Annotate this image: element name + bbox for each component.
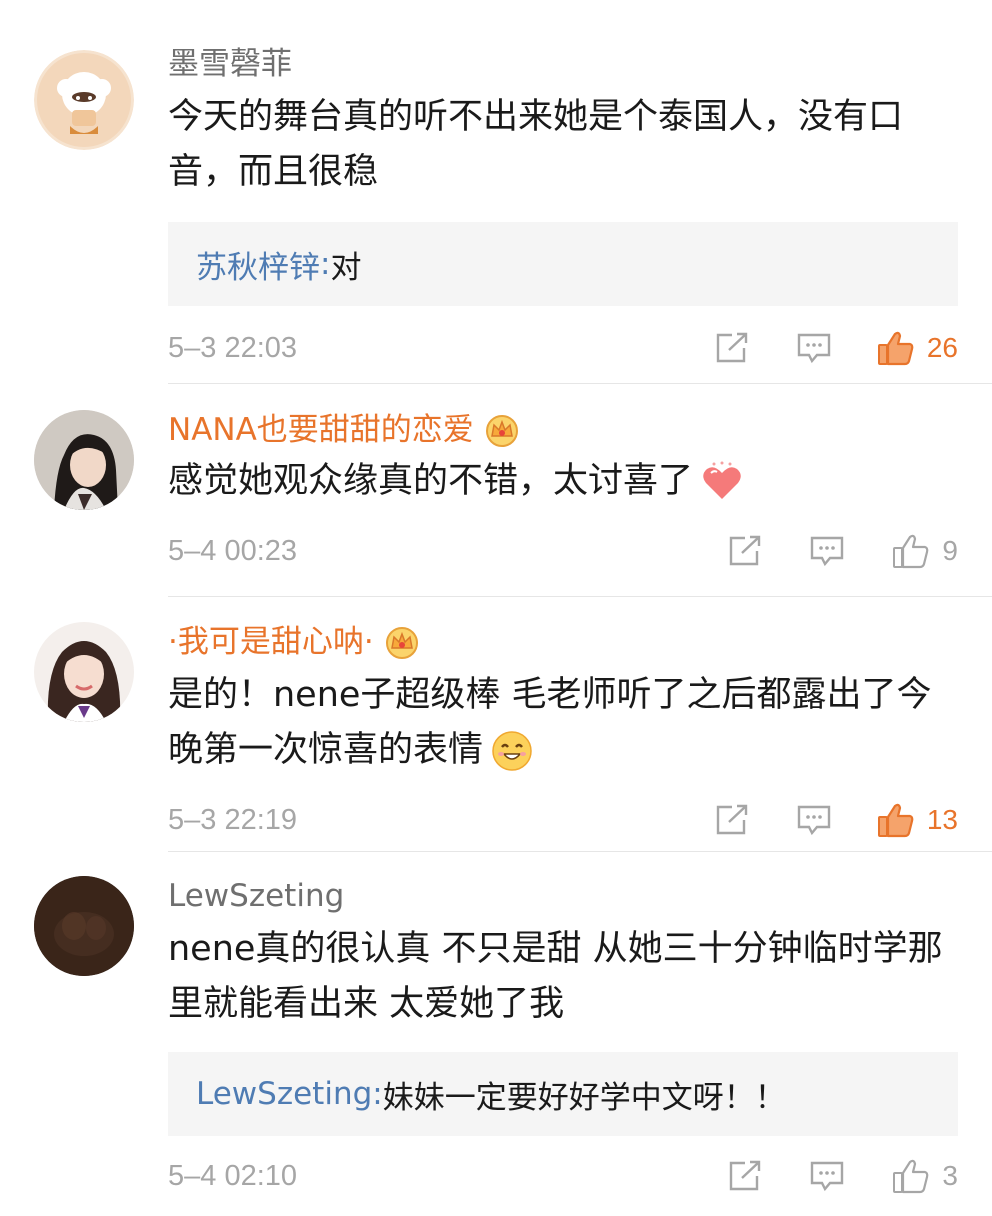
share-icon [716, 332, 748, 363]
reply-preview[interactable]: LewSzeting: 妹妹一定要好好学中文呀！！ [168, 1052, 958, 1136]
comment-text: 今天的舞台真的听不出来她是个泰国人，没有口音，而且很稳 [168, 97, 904, 192]
share-icon [730, 535, 761, 566]
like-button[interactable]: 3 [892, 1158, 958, 1194]
reply-colon: : [320, 246, 331, 282]
like-button[interactable]: 13 [877, 802, 958, 838]
share-button[interactable] [728, 1160, 762, 1192]
comment-text: 是的！nene子超级棒 毛老师听了之后都露出了今晚第一次惊喜的表情 [168, 668, 958, 778]
username[interactable]: NANA也要甜甜的恋爱 [168, 410, 958, 450]
reply-button[interactable] [810, 535, 844, 567]
reply-button[interactable] [810, 1160, 844, 1192]
vip-crown-icon [484, 412, 520, 448]
timestamp: 5–4 00:23 [168, 534, 298, 567]
username-text[interactable]: ·我可是甜心呐· [168, 622, 374, 662]
reply-username[interactable]: LewSzeting [196, 1076, 372, 1112]
like-button[interactable]: 9 [892, 533, 958, 569]
reply-text: 对 [330, 249, 362, 286]
thumbs-up-icon [893, 534, 929, 569]
share-button[interactable] [715, 332, 749, 364]
avatar[interactable] [34, 410, 134, 510]
like-count: 3 [942, 1160, 958, 1191]
thumbs-up-icon [877, 331, 914, 366]
comment-item: 墨雪磬菲 今天的舞台真的听不出来她是个泰国人，没有口音，而且很稳 苏秋梓锌: 对… [0, 44, 992, 388]
comment-item: NANA也要甜甜的恋爱 感觉她观众缘真的不错，太讨喜了 5–4 00:23 9 [0, 410, 992, 591]
share-icon [716, 804, 748, 835]
comment-item: ·我可是甜心呐· 是的！nene子超级棒 毛老师听了之后都露出了今晚第一次惊喜的… [0, 622, 992, 860]
comment-icon [797, 805, 831, 836]
username[interactable]: ·我可是甜心呐· [168, 622, 958, 662]
username-text[interactable]: LewSzeting [168, 876, 344, 916]
thumbs-up-icon [877, 803, 914, 838]
comment-text: 感觉她观众缘真的不错，太讨喜了 [168, 454, 958, 509]
divider [168, 596, 992, 597]
username-text[interactable]: 墨雪磬菲 [168, 44, 292, 84]
share-button[interactable] [728, 535, 762, 567]
comment-text-body: 是的！nene子超级棒 毛老师听了之后都露出了今晚第一次惊喜的表情 [168, 675, 932, 770]
comment-footer: 5–4 02:10 3 [168, 1136, 958, 1216]
avatar[interactable] [34, 50, 134, 150]
vip-crown-icon [384, 624, 420, 660]
comment-icon [811, 1161, 844, 1192]
reply-colon: : [372, 1076, 383, 1112]
reply-button[interactable] [797, 332, 831, 364]
reply-button[interactable] [797, 804, 831, 836]
timestamp: 5–4 02:10 [168, 1159, 298, 1192]
like-button[interactable]: 26 [877, 330, 958, 366]
avatar[interactable] [34, 876, 134, 976]
reply-text: 妹妹一定要好好学中文呀！！ [382, 1079, 786, 1116]
comment-footer: 5–3 22:19 13 [168, 780, 958, 860]
like-count: 9 [942, 535, 958, 566]
smile-emoji-icon [491, 730, 533, 772]
divider [168, 383, 992, 384]
comment-text: nene真的很认真 不只是甜 从她三十分钟临时学那里就能看出来 太爱她了我 [168, 929, 943, 1024]
heart-emoji-icon [701, 461, 743, 503]
avatar[interactable] [34, 622, 134, 722]
username-text[interactable]: NANA也要甜甜的恋爱 [168, 410, 474, 450]
timestamp: 5–3 22:03 [168, 331, 298, 364]
comment-icon [811, 536, 844, 567]
timestamp: 5–3 22:19 [168, 803, 298, 836]
username[interactable]: 墨雪磬菲 [168, 44, 958, 84]
share-button[interactable] [715, 804, 749, 836]
divider [168, 851, 992, 852]
reply-preview[interactable]: 苏秋梓锌: 对 [168, 222, 958, 306]
comment-footer: 5–4 00:23 9 [168, 511, 958, 591]
username[interactable]: LewSzeting [168, 876, 958, 916]
reply-username[interactable]: 苏秋梓锌 [196, 242, 320, 287]
comment-text-body: 感觉她观众缘真的不错，太讨喜了 [168, 461, 694, 501]
comment-item: LewSzeting nene真的很认真 不只是甜 从她三十分钟临时学那里就能看… [0, 876, 992, 1216]
comment-icon [797, 333, 831, 364]
thumbs-up-icon [893, 1159, 929, 1194]
share-icon [730, 1160, 761, 1191]
comment-footer: 5–3 22:03 26 [168, 308, 958, 388]
like-count: 26 [926, 332, 958, 363]
like-count: 13 [926, 804, 958, 835]
